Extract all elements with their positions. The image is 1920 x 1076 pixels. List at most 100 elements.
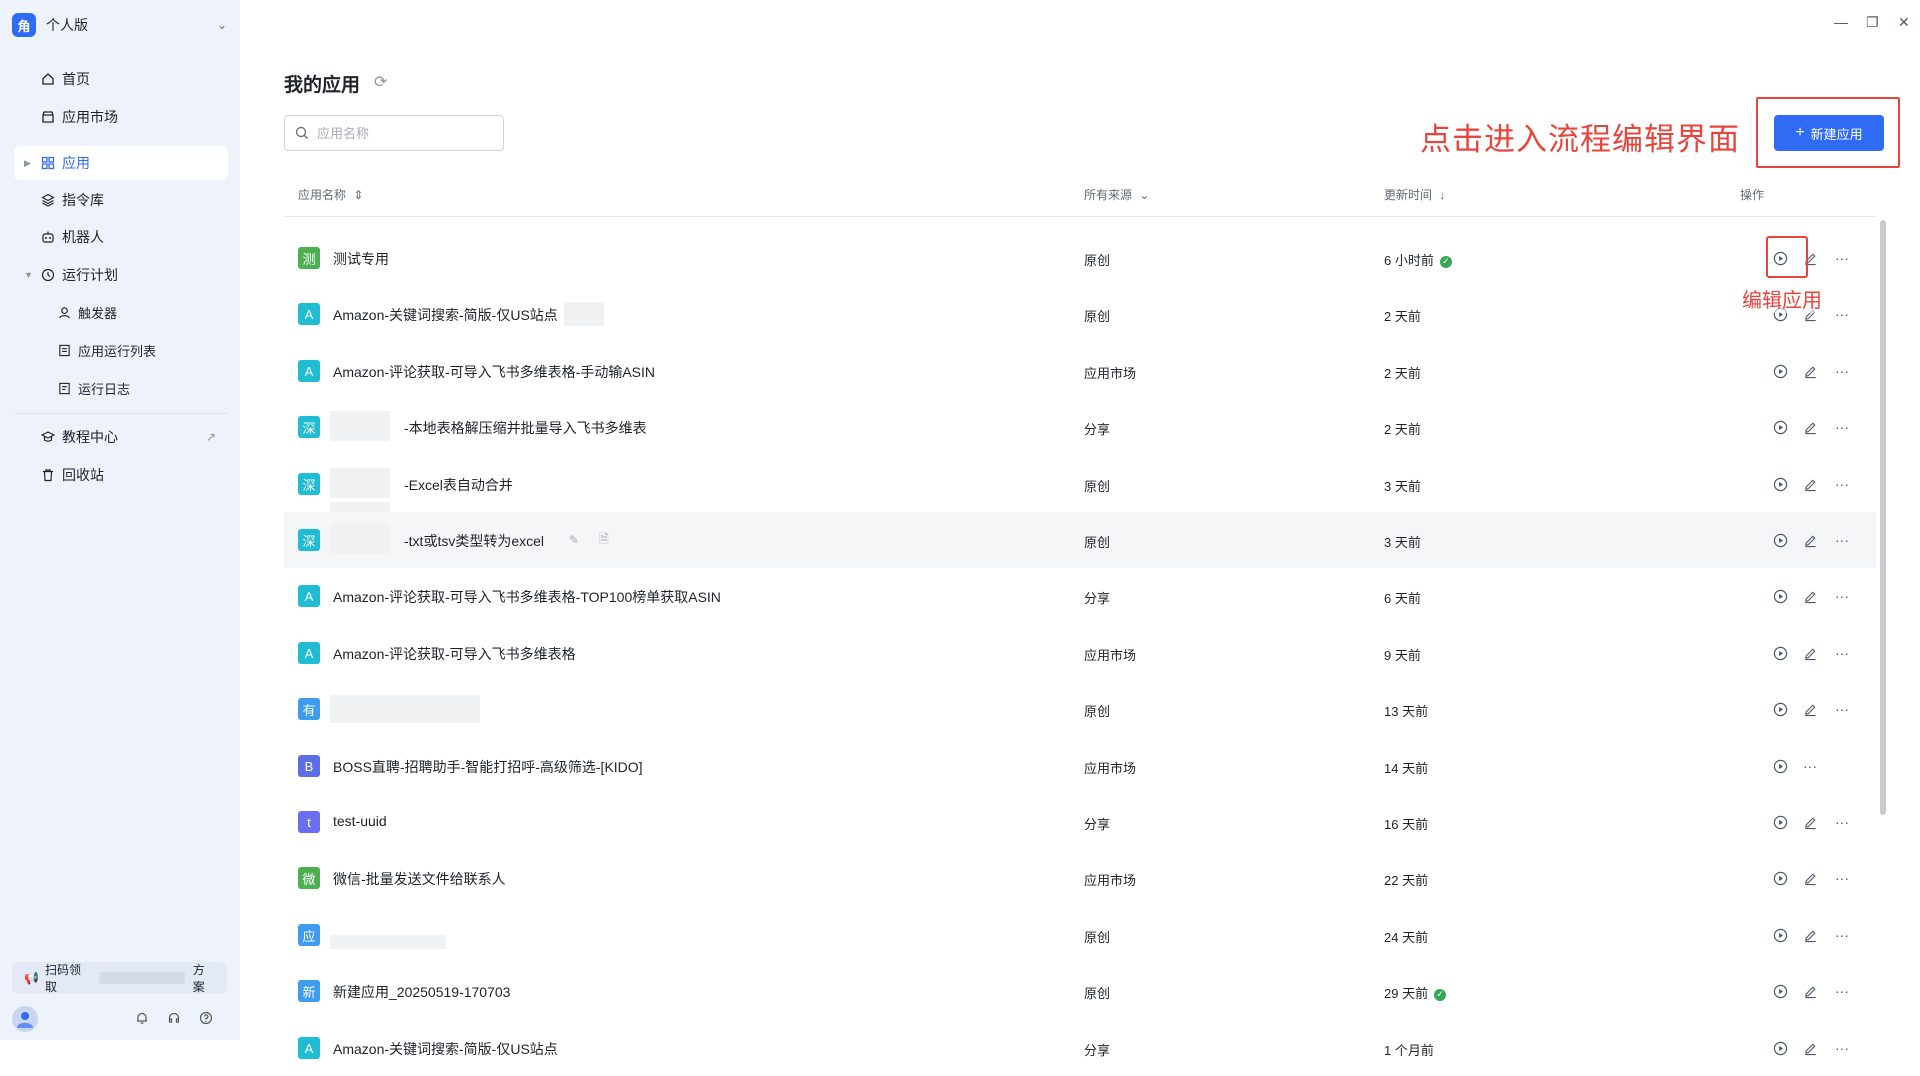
more-icon[interactable]: ··· [1834,476,1850,492]
nav-market[interactable]: 应用市场 [14,100,228,134]
table-row[interactable]: 测测试专用 原创 6 小时前 ✓ ··· [284,230,1876,286]
edit-icon[interactable] [1802,476,1818,492]
bell-icon[interactable] [134,1010,150,1026]
more-icon[interactable]: ··· [1834,645,1850,661]
table-row[interactable]: 有 原创 13 天前 ··· [284,681,1876,737]
column-header-updated[interactable]: 更新时间 ↓ [1384,186,1445,203]
app-name[interactable]: Amazon-评论获取-可导入飞书多维表格-TOP100榜单获取ASIN [333,587,721,607]
table-row[interactable]: 深 -txt或tsv类型转为excel ✎ 🗎 原创 3 天前 ··· [284,512,1876,568]
help-icon[interactable] [198,1010,214,1026]
edit-icon[interactable] [1802,927,1818,943]
app-name[interactable]: Amazon-关键词搜索-简版-仅US站点 [333,305,558,325]
app-name[interactable]: 新建应用_20250519-170703 [333,982,510,1002]
play-icon[interactable] [1772,588,1788,604]
chevron-down-icon[interactable]: ⌄ [1139,188,1149,202]
edit-icon[interactable] [1802,1040,1818,1056]
more-icon[interactable]: ··· [1834,927,1850,943]
app-name[interactable]: -txt或tsv类型转为excel [404,531,544,551]
play-icon[interactable] [1772,645,1788,661]
new-app-button[interactable]: + 新建应用 [1774,115,1884,151]
column-header-source[interactable]: 所有来源 ⌄ [1084,186,1149,203]
more-icon[interactable]: ··· [1834,1040,1850,1056]
edit-icon[interactable] [1802,701,1818,717]
more-icon[interactable]: ··· [1834,588,1850,604]
nav-trigger[interactable]: 触发器 [14,295,228,329]
app-name[interactable]: test-uuid [333,813,387,829]
promo-banner[interactable]: 📢 扫码领取 方案 [12,962,227,994]
table-row[interactable]: A Amazon-评论获取-可导入飞书多维表格 应用市场 9 天前 ··· [284,625,1876,681]
play-icon[interactable] [1772,532,1788,548]
caret-down-icon[interactable]: ▼ [24,270,33,280]
caret-right-icon[interactable]: ▶ [24,158,31,169]
edit-icon[interactable] [1802,588,1818,604]
workspace-switcher[interactable]: 角 个人版 ⌄ [12,10,227,40]
edit-icon[interactable] [1802,532,1818,548]
play-icon[interactable] [1772,758,1788,774]
more-icon[interactable]: ··· [1834,250,1850,266]
app-name[interactable]: -Excel表自动合并 [404,475,513,495]
play-icon[interactable] [1772,927,1788,943]
edit-icon[interactable] [1802,870,1818,886]
more-icon[interactable]: ··· [1834,363,1850,379]
edit-icon[interactable] [1802,419,1818,435]
play-icon[interactable] [1772,870,1788,886]
document-icon[interactable]: 🗎 [596,532,612,548]
scrollbar[interactable] [1880,220,1886,815]
user-avatar[interactable] [12,1006,38,1032]
table-row[interactable]: A Amazon-评论获取-可导入飞书多维表格-手动输ASIN 应用市场 2 天前 ··… [284,343,1876,399]
more-icon[interactable]: ··· [1834,532,1850,548]
edit-icon[interactable] [1802,814,1818,830]
table-row[interactable]: B BOSS直聘-招聘助手-智能打招呼-高级筛选-[KIDO] 应用市场 14 天前 ·… [284,738,1876,794]
more-icon[interactable]: ··· [1802,758,1818,774]
app-name[interactable]: 微信-批量发送文件给联系人 [333,869,506,889]
column-header-name[interactable]: 应用名称 ⇕ [298,186,363,203]
nav-apps[interactable]: ▶ 应用 [14,146,228,180]
play-icon[interactable] [1772,814,1788,830]
play-icon[interactable] [1772,363,1788,379]
edit-icon[interactable] [1802,645,1818,661]
chevron-down-icon[interactable]: ⌄ [217,18,227,32]
more-icon[interactable]: ··· [1834,870,1850,886]
more-icon[interactable]: ··· [1834,419,1850,435]
table-row[interactable]: 新新建应用_20250519-170703 原创 29 天前 ✓ ··· [284,963,1876,1019]
search-input[interactable] [315,124,499,142]
app-name[interactable]: -本地表格解压缩并批量导入飞书多维表 [404,418,647,438]
restore-icon[interactable]: ❐ [1866,14,1879,31]
close-icon[interactable]: ✕ [1898,14,1910,31]
nav-run-log[interactable]: 运行日志 [14,371,228,405]
more-icon[interactable]: ··· [1834,306,1850,322]
table-row[interactable]: 应 原创 24 天前 ··· [284,907,1876,963]
play-icon[interactable] [1772,701,1788,717]
play-icon[interactable] [1772,983,1788,999]
nav-robot[interactable]: 机器人 [14,220,228,254]
nav-schedule[interactable]: ▼ 运行计划 [14,258,228,292]
table-row[interactable]: 深 -本地表格解压缩并批量导入飞书多维表 分享 2 天前 ··· [284,399,1876,455]
more-icon[interactable]: ··· [1834,983,1850,999]
sort-icon[interactable]: ⇕ [353,188,363,202]
play-icon[interactable] [1772,1040,1788,1056]
nav-run-list[interactable]: 应用运行列表 [14,333,228,367]
nav-commands[interactable]: 指令库 [14,183,228,217]
edit-icon[interactable] [1802,363,1818,379]
app-name[interactable]: Amazon-评论获取-可导入飞书多维表格-手动输ASIN [333,362,655,382]
table-row[interactable]: 微微信-批量发送文件给联系人 应用市场 22 天前 ··· [284,850,1876,906]
app-name[interactable]: BOSS直聘-招聘助手-智能打招呼-高级筛选-[KIDO] [333,757,643,777]
search-box[interactable] [284,115,504,151]
table-row[interactable]: t test-uuid 分享 16 天前 ··· [284,794,1876,850]
app-name[interactable]: Amazon-关键词搜索-简版-仅US站点 [333,1039,558,1059]
nav-home[interactable]: 首页 [14,62,228,96]
more-icon[interactable]: ··· [1834,814,1850,830]
nav-trash[interactable]: 回收站 [14,458,228,492]
app-name[interactable]: 测试专用 [333,249,389,269]
sort-desc-icon[interactable]: ↓ [1439,188,1445,202]
table-row[interactable]: A Amazon-评论获取-可导入飞书多维表格-TOP100榜单获取ASIN 分享 6… [284,568,1876,624]
table-row[interactable]: A Amazon-关键词搜索-简版-仅US站点 分享 1 个月前 ··· [284,1020,1876,1076]
app-name[interactable]: Amazon-评论获取-可导入飞书多维表格 [333,644,576,664]
table-row[interactable]: A Amazon-关键词搜索-简版-仅US站点 原创 2 天前 ··· [284,286,1876,342]
rename-icon[interactable]: ✎ [566,532,582,548]
table-row[interactable]: 深 -Excel表自动合并 原创 3 天前 ··· [284,456,1876,522]
nav-tutorial[interactable]: 教程中心 ↗ [14,420,228,454]
play-icon[interactable] [1772,419,1788,435]
edit-icon[interactable] [1802,983,1818,999]
more-icon[interactable]: ··· [1834,701,1850,717]
